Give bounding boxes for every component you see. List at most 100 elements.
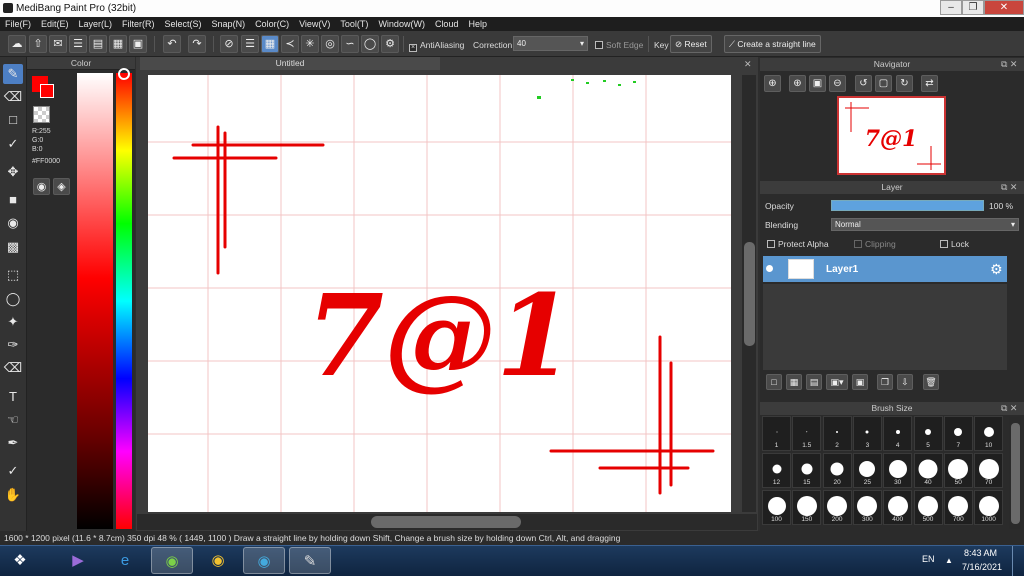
lock-toggle[interactable]: Lock — [940, 239, 969, 249]
straight-line-button[interactable]: ⟋ Create a straight line — [724, 35, 821, 53]
menu-color[interactable]: Color(C) — [250, 17, 294, 31]
layer-visibility-icon[interactable] — [766, 265, 773, 272]
transform-icon[interactable]: ▣ — [129, 35, 147, 53]
brush-size-cell[interactable]: 5 — [913, 416, 943, 451]
text-tool-icon[interactable]: T — [3, 387, 23, 407]
snap-settings-icon[interactable]: ⚙ — [381, 35, 399, 53]
navigator-detach-icon[interactable]: ⧉ ✕ — [1001, 59, 1017, 70]
menu-help[interactable]: Help — [463, 17, 492, 31]
show-desktop-button[interactable] — [1012, 546, 1024, 576]
snap-circle-icon[interactable]: ◎ — [321, 35, 339, 53]
brush-size-cell[interactable]: 25 — [852, 453, 882, 488]
clipping-checkbox[interactable] — [854, 240, 862, 248]
rotate-left-icon[interactable]: ↺ — [855, 75, 872, 92]
visual-studio-icon[interactable]: ▶ — [57, 547, 99, 574]
color-wheel-icon[interactable]: ◉ — [33, 178, 50, 195]
share-icon[interactable]: ⇧ — [29, 35, 47, 53]
vertical-scroll-thumb[interactable] — [744, 242, 755, 346]
document-icon[interactable]: ▤ — [89, 35, 107, 53]
lasso-tool-icon[interactable]: ◯ — [3, 289, 23, 309]
menu-tool[interactable]: Tool(T) — [335, 17, 373, 31]
lock-checkbox[interactable] — [940, 240, 948, 248]
shape-tool-icon[interactable]: ■ — [3, 190, 23, 210]
eraser-tool-icon[interactable]: ⌫ — [3, 87, 23, 107]
new-8bit-layer-icon[interactable]: ▤ — [806, 374, 822, 390]
background-color-swatch[interactable] — [40, 84, 54, 98]
minimize-button[interactable]: – — [940, 0, 962, 15]
reset-button[interactable]: ⊘ Reset — [670, 35, 712, 53]
fill-tool-icon[interactable]: ◉ — [3, 213, 23, 233]
brush-size-cell[interactable]: 400 — [883, 490, 913, 525]
brush-size-cell[interactable]: 4 — [883, 416, 913, 451]
menu-filter[interactable]: Filter(R) — [117, 17, 160, 31]
eyedropper-tool-icon[interactable]: ✒ — [3, 433, 23, 453]
brush-size-cell[interactable]: 500 — [913, 490, 943, 525]
tray-expand-icon[interactable]: ▲ — [945, 556, 953, 565]
select-eraser-tool-icon[interactable]: ⌫ — [3, 358, 23, 378]
dot-tool-icon[interactable]: □ — [3, 110, 23, 130]
brush-size-cell[interactable]: 30 — [883, 453, 913, 488]
document-tab[interactable]: Untitled — [140, 57, 440, 70]
horizontal-scroll-thumb[interactable] — [371, 516, 521, 528]
hue-slider-handle[interactable] — [118, 68, 130, 80]
redo-icon[interactable]: ↷ — [188, 35, 206, 53]
brush-size-cell[interactable]: 10 — [974, 416, 1004, 451]
clock-date[interactable]: 7/16/2021 — [962, 562, 1002, 572]
zoom-in-icon[interactable]: ⊕ — [764, 75, 781, 92]
brush-size-cell[interactable]: 20 — [822, 453, 852, 488]
brush-size-cell[interactable]: 50 — [943, 453, 973, 488]
maximize-button[interactable]: ❐ — [962, 0, 984, 15]
brush-size-cell[interactable]: 1000 — [974, 490, 1004, 525]
brush-size-cell[interactable]: 100 — [762, 490, 791, 525]
brush-size-cell[interactable]: 700 — [943, 490, 973, 525]
new-layer-icon[interactable]: □ — [766, 374, 782, 390]
brush-size-detach-icon[interactable]: ⧉ ✕ — [1001, 403, 1017, 414]
brush-size-cell[interactable]: 7 — [943, 416, 973, 451]
snap-parallel-icon[interactable]: ☰ — [241, 35, 259, 53]
snap-ellipse-icon[interactable]: ◯ — [361, 35, 379, 53]
snap-off-icon[interactable]: ⊘ — [220, 35, 238, 53]
picker-tool-icon[interactable]: ✓ — [3, 461, 23, 481]
saturation-brightness-picker[interactable] — [77, 73, 113, 529]
internet-explorer-icon[interactable]: e — [104, 547, 146, 574]
brush-size-cell[interactable]: 40 — [913, 453, 943, 488]
paint-icon[interactable]: ✎ — [289, 547, 331, 574]
clipping-toggle[interactable]: Clipping — [854, 239, 896, 249]
duplicate-layer-icon[interactable]: ❐ — [877, 374, 893, 390]
zoom-in-icon-2[interactable]: ⊕ — [789, 75, 806, 92]
soft-edge-toggle[interactable]: Soft Edge — [595, 40, 643, 50]
menu-file[interactable]: File(F) — [0, 17, 36, 31]
chat-icon[interactable]: ✉ — [49, 35, 67, 53]
close-doc-icon[interactable]: ✕ — [744, 59, 752, 70]
close-button[interactable]: ✕ — [984, 0, 1024, 15]
undo-icon[interactable]: ↶ — [163, 35, 181, 53]
flip-icon[interactable]: ⇄ — [921, 75, 938, 92]
brush-size-cell[interactable]: 200 — [822, 490, 852, 525]
snap-grid-icon[interactable]: ▦ — [261, 35, 279, 53]
protect-alpha-checkbox[interactable] — [767, 240, 775, 248]
layer-detach-icon[interactable]: ⧉ ✕ — [1001, 182, 1017, 193]
drawing-canvas[interactable]: 7@1 — [148, 75, 731, 512]
blur-tool-icon[interactable]: ✓ — [3, 134, 23, 154]
language-indicator[interactable]: EN — [922, 554, 935, 564]
protect-alpha-toggle[interactable]: Protect Alpha — [767, 239, 829, 249]
brush-tool-icon[interactable]: ✎ — [3, 64, 23, 84]
select-pen-tool-icon[interactable]: ✑ — [3, 335, 23, 355]
menu-view[interactable]: View(V) — [294, 17, 335, 31]
blending-select[interactable]: Normal ▾ — [831, 218, 1019, 231]
medibang-icon[interactable]: ◉ — [243, 547, 285, 574]
menu-layer[interactable]: Layer(L) — [74, 17, 118, 31]
snap-perspective-icon[interactable]: ≺ — [281, 35, 299, 53]
transparent-swatch[interactable] — [33, 106, 50, 123]
folder-icon[interactable]: ▣ — [852, 374, 868, 390]
brush-size-cell[interactable]: 1 — [762, 416, 791, 451]
delete-layer-icon[interactable]: 🗑 — [923, 374, 939, 390]
antialiasing-toggle[interactable]: × AntiAliasing — [409, 40, 464, 52]
navigator-preview[interactable]: 7@1 — [837, 96, 946, 175]
brush-size-cell[interactable]: 150 — [792, 490, 822, 525]
brush-size-cell[interactable]: 300 — [852, 490, 882, 525]
chrome-icon[interactable]: ◉ — [197, 547, 239, 574]
rotate-right-icon[interactable]: ↻ — [896, 75, 913, 92]
layer-settings-icon[interactable]: ⚙ — [990, 261, 1003, 278]
snap-radial-icon[interactable]: ✳ — [301, 35, 319, 53]
